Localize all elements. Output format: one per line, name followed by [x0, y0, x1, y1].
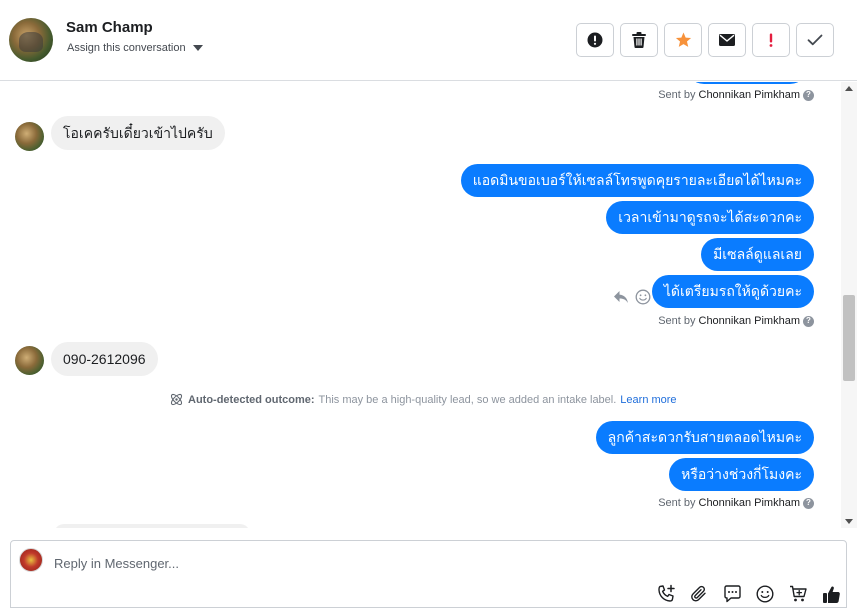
paperclip-icon: [691, 585, 706, 602]
sent-by-label: Sent by Chonnikan Pimkham ?: [658, 315, 814, 327]
contact-avatar-small: [15, 122, 44, 151]
like-button[interactable]: [820, 583, 842, 605]
contact-avatar[interactable]: [9, 18, 53, 62]
message-bubble-outgoing[interactable]: มีเซลล์ดูแลเลย: [701, 238, 814, 271]
message-bubble-outgoing[interactable]: หรือว่างช่วงกี่โมงคะ: [669, 458, 814, 491]
caret-down-icon: [192, 45, 203, 51]
exclamation-circle-icon: [587, 32, 603, 48]
follow-up-button[interactable]: [752, 23, 790, 57]
check-icon: [807, 34, 823, 46]
learn-more-link[interactable]: Learn more: [620, 394, 676, 406]
composer-toolbar: [655, 583, 842, 605]
atom-icon: [170, 393, 183, 406]
reply-input[interactable]: [54, 553, 794, 573]
saved-reply-icon: [723, 585, 741, 603]
reply-composer: [10, 540, 847, 608]
thumbs-up-icon: [822, 585, 840, 603]
message-bubble-outgoing[interactable]: เวลาเข้ามาดูรถจะได้สะดวกคะ: [606, 201, 814, 234]
message-thread: Sent by Chonnikan Pimkham ? โอเคครับเดี๋…: [0, 82, 841, 528]
mark-unread-button[interactable]: [708, 23, 746, 57]
contact-avatar-small: [15, 346, 44, 375]
mark-done-button[interactable]: [796, 23, 834, 57]
auto-detected-text: This may be a high-quality lead, so we a…: [318, 393, 617, 406]
contact-name[interactable]: Sam Champ: [66, 19, 153, 36]
message-bubble-incoming[interactable]: 090-2612096: [51, 342, 158, 376]
message-bubble-outgoing[interactable]: แอดมินขอเบอร์ให้เซลล์โทรพูดคุยรายละเอียด…: [460, 164, 814, 197]
sent-by-label: Sent by Chonnikan Pimkham ?: [658, 89, 814, 101]
thread-scrollbar[interactable]: [841, 82, 857, 528]
trash-icon: [632, 32, 646, 48]
help-icon[interactable]: ?: [803, 497, 814, 509]
scroll-down-arrow-icon[interactable]: [845, 519, 853, 524]
help-icon[interactable]: ?: [803, 315, 814, 327]
conversation-header: Sam Champ Assign this conversation: [0, 0, 857, 81]
mark-spam-button[interactable]: [576, 23, 614, 57]
saved-replies-button[interactable]: [721, 583, 743, 605]
sender-name: Chonnikan Pimkham: [698, 89, 801, 101]
react-emoji-icon[interactable]: [635, 289, 651, 305]
phone-add-icon: [658, 584, 675, 602]
add-product-button[interactable]: [787, 583, 809, 605]
scroll-thumb[interactable]: [843, 295, 855, 381]
exclamation-icon: [769, 33, 773, 47]
reply-icon[interactable]: [613, 290, 629, 304]
assign-label: Assign this conversation: [67, 42, 186, 54]
message-hover-tools: [613, 289, 651, 305]
message-bubble-outgoing[interactable]: [686, 82, 808, 84]
envelope-icon: [719, 34, 735, 46]
scroll-up-arrow-icon[interactable]: [845, 86, 853, 91]
conversation-actions: [576, 23, 834, 57]
attach-button[interactable]: [688, 583, 710, 605]
emoji-icon: [756, 585, 774, 603]
star-icon: [675, 32, 691, 47]
sender-name: Chonnikan Pimkham: [698, 315, 801, 327]
emoji-button[interactable]: [754, 583, 776, 605]
sent-by-label: Sent by Chonnikan Pimkham ?: [658, 497, 814, 509]
cart-add-icon: [789, 585, 807, 602]
message-bubble-incoming[interactable]: [54, 524, 250, 528]
auto-detected-outcome-notice: Auto-detected outcome: This may be a hig…: [169, 392, 677, 407]
star-button[interactable]: [664, 23, 702, 57]
call-button[interactable]: [655, 583, 677, 605]
help-icon[interactable]: ?: [803, 89, 814, 101]
message-bubble-outgoing[interactable]: ลูกค้าสะดวกรับสายตลอดไหมคะ: [595, 421, 814, 454]
message-bubble-incoming[interactable]: โอเคครับเดี๋ยวเข้าไปครับ: [51, 116, 225, 150]
page-avatar: [19, 548, 43, 572]
assign-conversation-dropdown[interactable]: Assign this conversation: [67, 42, 203, 54]
message-bubble-outgoing[interactable]: ได้เตรียมรถให้ดูด้วยคะ: [651, 275, 814, 308]
delete-button[interactable]: [620, 23, 658, 57]
auto-detected-label: Auto-detected outcome:: [188, 393, 315, 406]
sender-name: Chonnikan Pimkham: [698, 497, 801, 509]
